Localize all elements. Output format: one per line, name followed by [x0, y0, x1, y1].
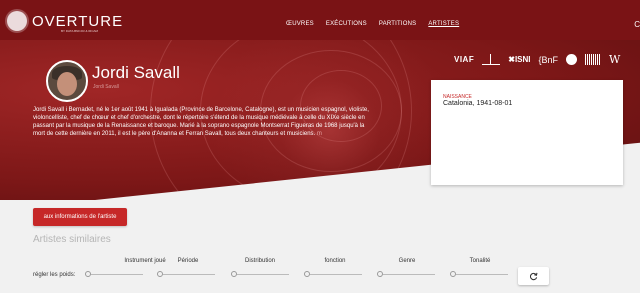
weight-slider-instrument[interactable]	[85, 271, 143, 277]
weight-slider-genre[interactable]	[377, 271, 435, 277]
weight-column-distribution: Distribution	[244, 258, 275, 264]
musicbrainz-icon[interactable]	[566, 54, 578, 65]
weight-slider-tonalite[interactable]	[450, 271, 508, 277]
weights-label: régler les poids:	[33, 272, 76, 278]
viaf-link[interactable]: VIAF	[454, 55, 474, 64]
artist-info-button[interactable]: aux informations de l'artiste	[33, 208, 127, 226]
nav-partitions[interactable]: PARTITIONS	[379, 21, 416, 27]
artist-subname: Jordi Savall	[93, 84, 119, 90]
top-navbar: OVERTURE BY DATA.BNF.FR & IRCAM ŒUVRES E…	[0, 0, 640, 40]
wikipedia-link[interactable]: W	[609, 53, 620, 66]
bnf-link[interactable]: {BnF	[539, 55, 559, 65]
refresh-button[interactable]	[518, 267, 549, 285]
weight-column-tonalite: Tonalité	[469, 258, 491, 264]
bio-more-link[interactable]: m	[317, 131, 322, 137]
main-nav: ŒUVRES EXÉCUTIONS PARTITIONS ARTISTES	[286, 21, 471, 27]
similar-artists-title: Artistes similaires	[33, 234, 111, 245]
artist-bio: Jordi Savall i Bernadet, né le 1er août …	[33, 106, 373, 138]
refresh-icon	[529, 272, 538, 280]
barcode-icon[interactable]	[585, 54, 602, 65]
weight-column-periode: Période	[177, 258, 199, 264]
nav-oeuvres[interactable]: ŒUVRES	[286, 21, 314, 27]
logo[interactable]: OVERTURE	[7, 11, 123, 31]
nav-artistes[interactable]: ARTISTES	[428, 21, 459, 27]
artist-avatar	[46, 60, 88, 102]
external-identifiers: VIAF ✖ISNI {BnF W	[454, 53, 620, 66]
weight-column-genre: Genre	[398, 258, 416, 264]
nav-right-item[interactable]: C	[634, 20, 640, 29]
birth-value: Catalonia, 1941-08-01	[443, 100, 513, 107]
weight-slider-periode[interactable]	[157, 271, 215, 277]
logo-text: OVERTURE	[32, 12, 124, 30]
logo-subtitle: BY DATA.BNF.FR & IRCAM	[61, 29, 99, 33]
birth-info-card: NAISSANCE Catalonia, 1941-08-01	[431, 80, 623, 185]
isni-link[interactable]: ✖ISNI	[508, 55, 530, 64]
weight-slider-distribution[interactable]	[231, 271, 289, 277]
weight-column-fonction: fonction	[324, 258, 346, 264]
wheat-logo-icon[interactable]	[482, 54, 501, 65]
nav-executions[interactable]: EXÉCUTIONS	[326, 21, 367, 27]
weight-slider-fonction[interactable]	[304, 271, 362, 277]
artist-name: Jordi Savall	[92, 63, 180, 82]
logo-icon	[7, 11, 27, 31]
